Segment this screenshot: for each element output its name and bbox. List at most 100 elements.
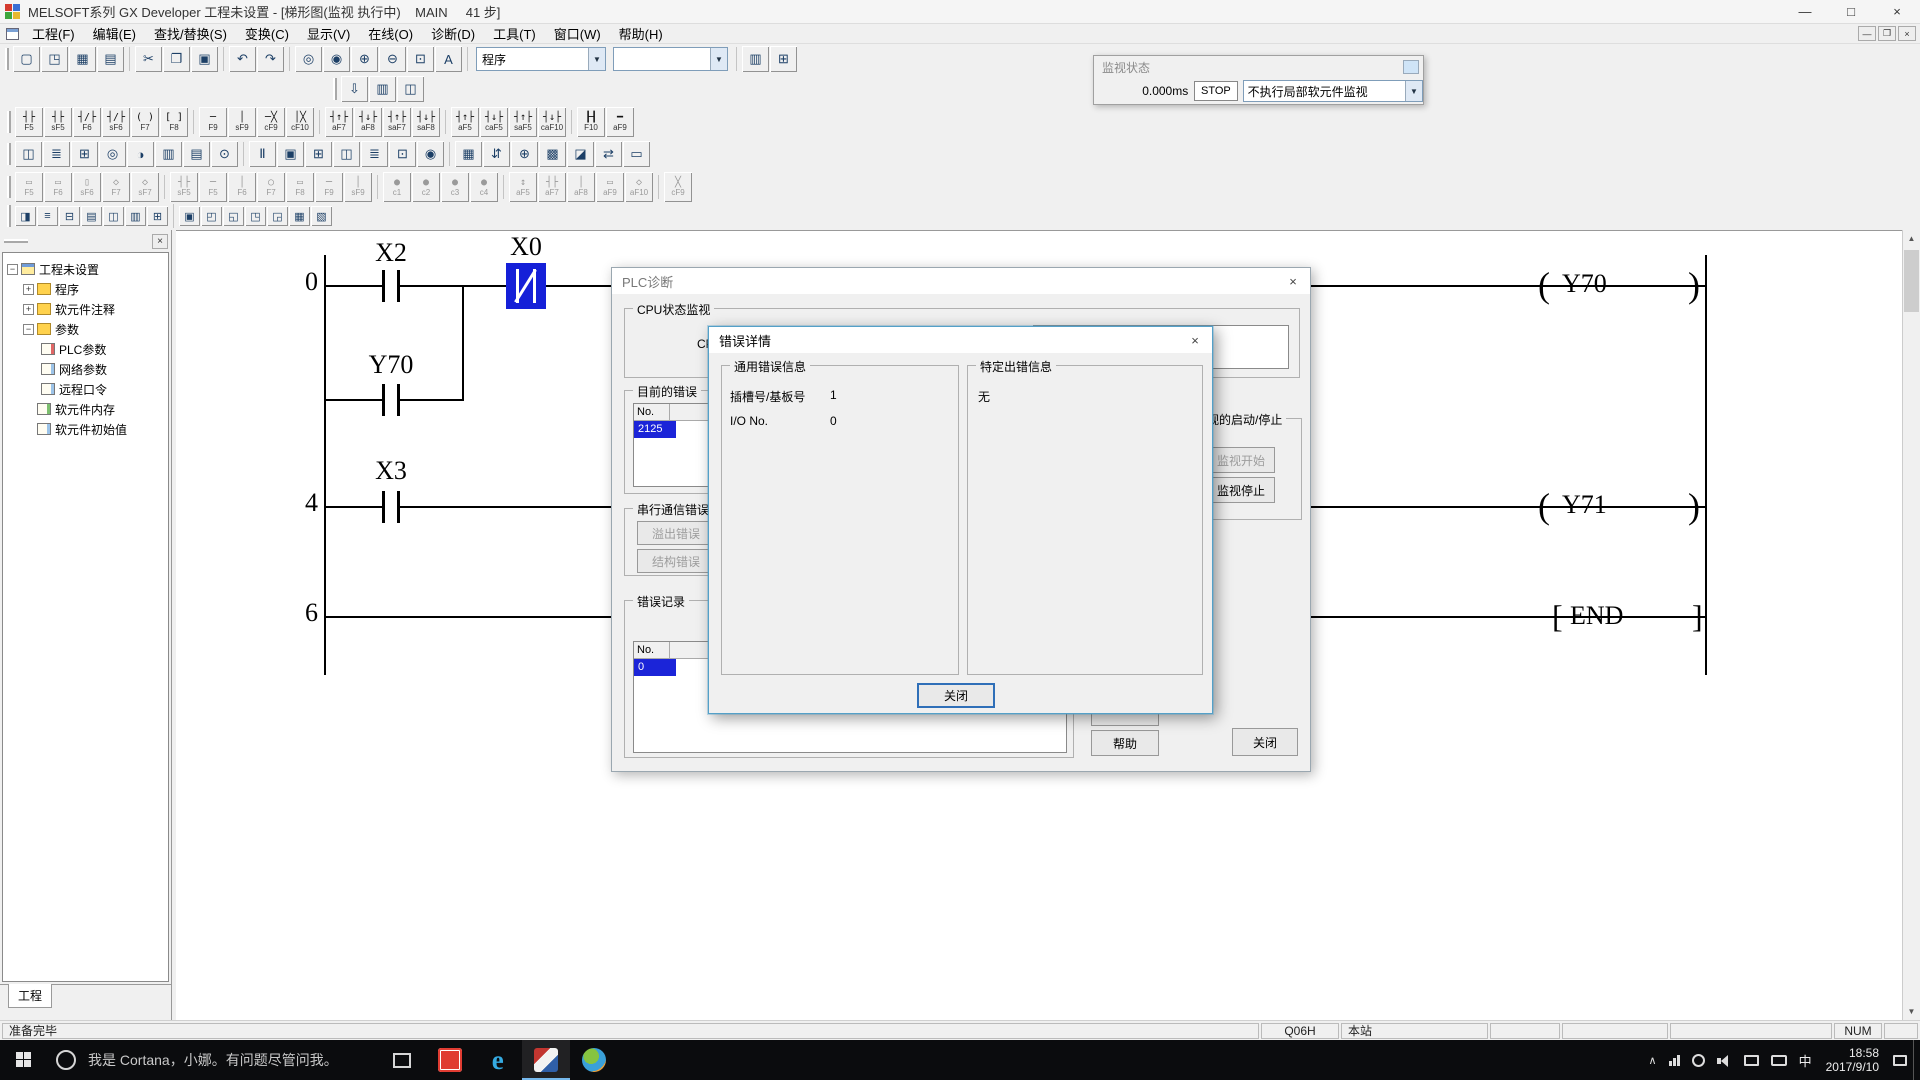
vertical-scrollbar[interactable]: ▲ ▼ — [1902, 230, 1920, 1020]
ladder-fkey-button[interactable]: │╳cF10 — [286, 107, 314, 137]
toolbar-grip[interactable] — [333, 78, 337, 100]
monitor-window-title-bar[interactable]: 监视状态 — [1094, 56, 1423, 78]
toolbar-grip[interactable] — [7, 176, 11, 198]
toolbar-icon-button[interactable]: ⇵ — [483, 141, 510, 167]
close-icon[interactable]: × — [1178, 327, 1212, 353]
plc-close-button[interactable]: 关闭 — [1232, 728, 1298, 756]
toolbar-icon-button[interactable]: ◉ — [417, 141, 444, 167]
ladder-fkey-button[interactable]: ┤/├sF6 — [102, 107, 130, 137]
ladder-fkey-button[interactable]: ┤/├F6 — [73, 107, 101, 137]
toolbar-icon-button[interactable]: ⊞ — [147, 206, 168, 226]
ladder-fkey-button[interactable]: ┤↑├saF7 — [383, 107, 411, 137]
signal-icon[interactable] — [1663, 1040, 1686, 1080]
ladder-fkey-button[interactable]: ┤↑├saF5 — [509, 107, 537, 137]
program-type-select[interactable]: 程序 ▼ — [476, 47, 606, 71]
toolbar-icon-button[interactable]: ◑ — [127, 141, 154, 167]
ladder-fkey-button[interactable]: ┤↑├aF7 — [325, 107, 353, 137]
toolbar-icon-button[interactable]: Ⅱ — [249, 141, 276, 167]
sfc-fkey-button[interactable]: ▭F5 — [15, 172, 43, 202]
toolbar-icon-button[interactable]: ⇩ — [341, 76, 368, 102]
sfc-fkey-button[interactable]: ◇F7 — [102, 172, 130, 202]
menu-item[interactable]: 变换(C) — [236, 22, 298, 45]
ladder-fkey-button[interactable]: ┤↓├caF10 — [538, 107, 566, 137]
ladder-fkey-button[interactable]: ─╳cF9 — [257, 107, 285, 137]
collapse-icon[interactable]: − — [7, 264, 18, 275]
tree-item-device-init[interactable]: 软元件初始值 — [3, 419, 168, 439]
project-tab[interactable]: 工程 — [8, 984, 52, 1008]
taskbar-app-edge[interactable]: e — [474, 1040, 522, 1080]
dialog-title-bar[interactable]: 错误详情 × — [709, 327, 1212, 353]
toolbar-icon-button[interactable]: ◲ — [267, 206, 288, 226]
toolbar-icon-button[interactable]: ◪ — [567, 141, 594, 167]
toolbar-icon-button[interactable]: ◎ — [99, 141, 126, 167]
toolbar-icon-button[interactable]: ▩ — [539, 141, 566, 167]
mdi-close-button[interactable]: × — [1898, 26, 1916, 41]
contact-x2[interactable] — [382, 270, 400, 302]
start-button[interactable] — [0, 1040, 48, 1080]
monitor-window-button[interactable] — [1403, 60, 1419, 74]
sfc-fkey-button[interactable]: ◇sF7 — [131, 172, 159, 202]
chevron-down-icon[interactable]: ▼ — [588, 48, 605, 70]
toolbar-icon-button[interactable]: ↶ — [229, 46, 256, 72]
scroll-up-icon[interactable]: ▲ — [1903, 230, 1920, 247]
toolbar-icon-button[interactable]: ◨ — [15, 206, 36, 226]
error-close-button[interactable]: 关闭 — [917, 683, 995, 708]
chevron-down-icon[interactable]: ▼ — [710, 48, 727, 70]
monitor-stop-button[interactable]: 监视停止 — [1207, 477, 1275, 503]
toolbar-icon-button[interactable]: ◉ — [323, 46, 350, 72]
menu-item[interactable]: 在线(O) — [359, 22, 422, 45]
taskbar-clock[interactable]: 18:58 2017/9/10 — [1818, 1046, 1887, 1074]
structure-error-button[interactable]: 结构错误 — [637, 549, 715, 573]
sfc-fkey-button[interactable]: ─F5 — [199, 172, 227, 202]
toolbar-icon-button[interactable]: ⊕ — [351, 46, 378, 72]
toolbar-icon-button[interactable]: ▤ — [81, 206, 102, 226]
panel-grip[interactable] — [4, 239, 28, 243]
ladder-fkey-button[interactable]: ┤├F5 — [15, 107, 43, 137]
toolbar-icon-button[interactable]: ⇄ — [595, 141, 622, 167]
ladder-fkey-button[interactable]: ( )F7 — [131, 107, 159, 137]
tree-item-parameter[interactable]: − 参数 — [3, 319, 168, 339]
menu-item[interactable]: 诊断(D) — [422, 22, 484, 45]
toolbar-icon-button[interactable]: ◰ — [201, 206, 222, 226]
toolbar-grip[interactable] — [7, 143, 11, 165]
sfc-fkey-button[interactable]: ●c2 — [412, 172, 440, 202]
mdi-child-icon[interactable] — [6, 28, 19, 40]
toolbar-icon-button[interactable]: ◱ — [223, 206, 244, 226]
toolbar-icon-button[interactable]: A — [435, 46, 462, 72]
overflow-error-button[interactable]: 溢出错误 — [637, 521, 715, 545]
dialog-title-bar[interactable]: PLC诊断 × — [612, 268, 1310, 294]
expand-icon[interactable]: + — [23, 304, 34, 315]
ladder-fkey-button[interactable]: ┤↓├aF8 — [354, 107, 382, 137]
toolbar-icon-button[interactable]: ▥ — [742, 46, 769, 72]
contact-x3[interactable] — [382, 491, 400, 523]
tree-item-root[interactable]: − 工程未设置 — [3, 259, 168, 279]
toolbar-icon-button[interactable]: ▣ — [277, 141, 304, 167]
toolbar-icon-button[interactable]: ⊞ — [71, 141, 98, 167]
ladder-fkey-button[interactable]: ┠┨F10 — [577, 107, 605, 137]
toolbar-icon-button[interactable]: ✂ — [135, 46, 162, 72]
toolbar-icon-button[interactable]: ▦ — [69, 46, 96, 72]
toolbar-icon-button[interactable]: ▥ — [369, 76, 396, 102]
toolbar-icon-button[interactable]: ❐ — [163, 46, 190, 72]
toolbar-icon-button[interactable]: ▣ — [179, 206, 200, 226]
network-icon[interactable] — [1686, 1040, 1711, 1080]
tree-item-plc-parameter[interactable]: PLC参数 — [3, 339, 168, 359]
sfc-fkey-button[interactable]: ┤├aF7 — [538, 172, 566, 202]
tree-item-network-parameter[interactable]: 网络参数 — [3, 359, 168, 379]
local-device-monitor-select[interactable]: 不执行局部软元件监视 ▼ — [1243, 80, 1423, 102]
sfc-fkey-button[interactable]: ─F9 — [315, 172, 343, 202]
sfc-fkey-button[interactable]: ●c3 — [441, 172, 469, 202]
toolbar-icon-button[interactable]: ≡ — [37, 206, 58, 226]
toolbar-grip[interactable] — [7, 111, 11, 133]
scroll-down-icon[interactable]: ▼ — [1903, 1003, 1920, 1020]
menu-item[interactable]: 帮助(H) — [610, 22, 672, 45]
sfc-fkey-button[interactable]: ●c4 — [470, 172, 498, 202]
menu-item[interactable]: 窗口(W) — [545, 22, 610, 45]
collapse-icon[interactable]: − — [23, 324, 34, 335]
cortana-icon[interactable] — [56, 1050, 76, 1070]
sfc-fkey-button[interactable]: ↕aF5 — [509, 172, 537, 202]
toolbar-icon-button[interactable]: ◫ — [397, 76, 424, 102]
sfc-fkey-button[interactable]: ╳cF9 — [664, 172, 692, 202]
close-button[interactable]: × — [1874, 0, 1920, 24]
ladder-fkey-button[interactable]: [ ]F8 — [160, 107, 188, 137]
